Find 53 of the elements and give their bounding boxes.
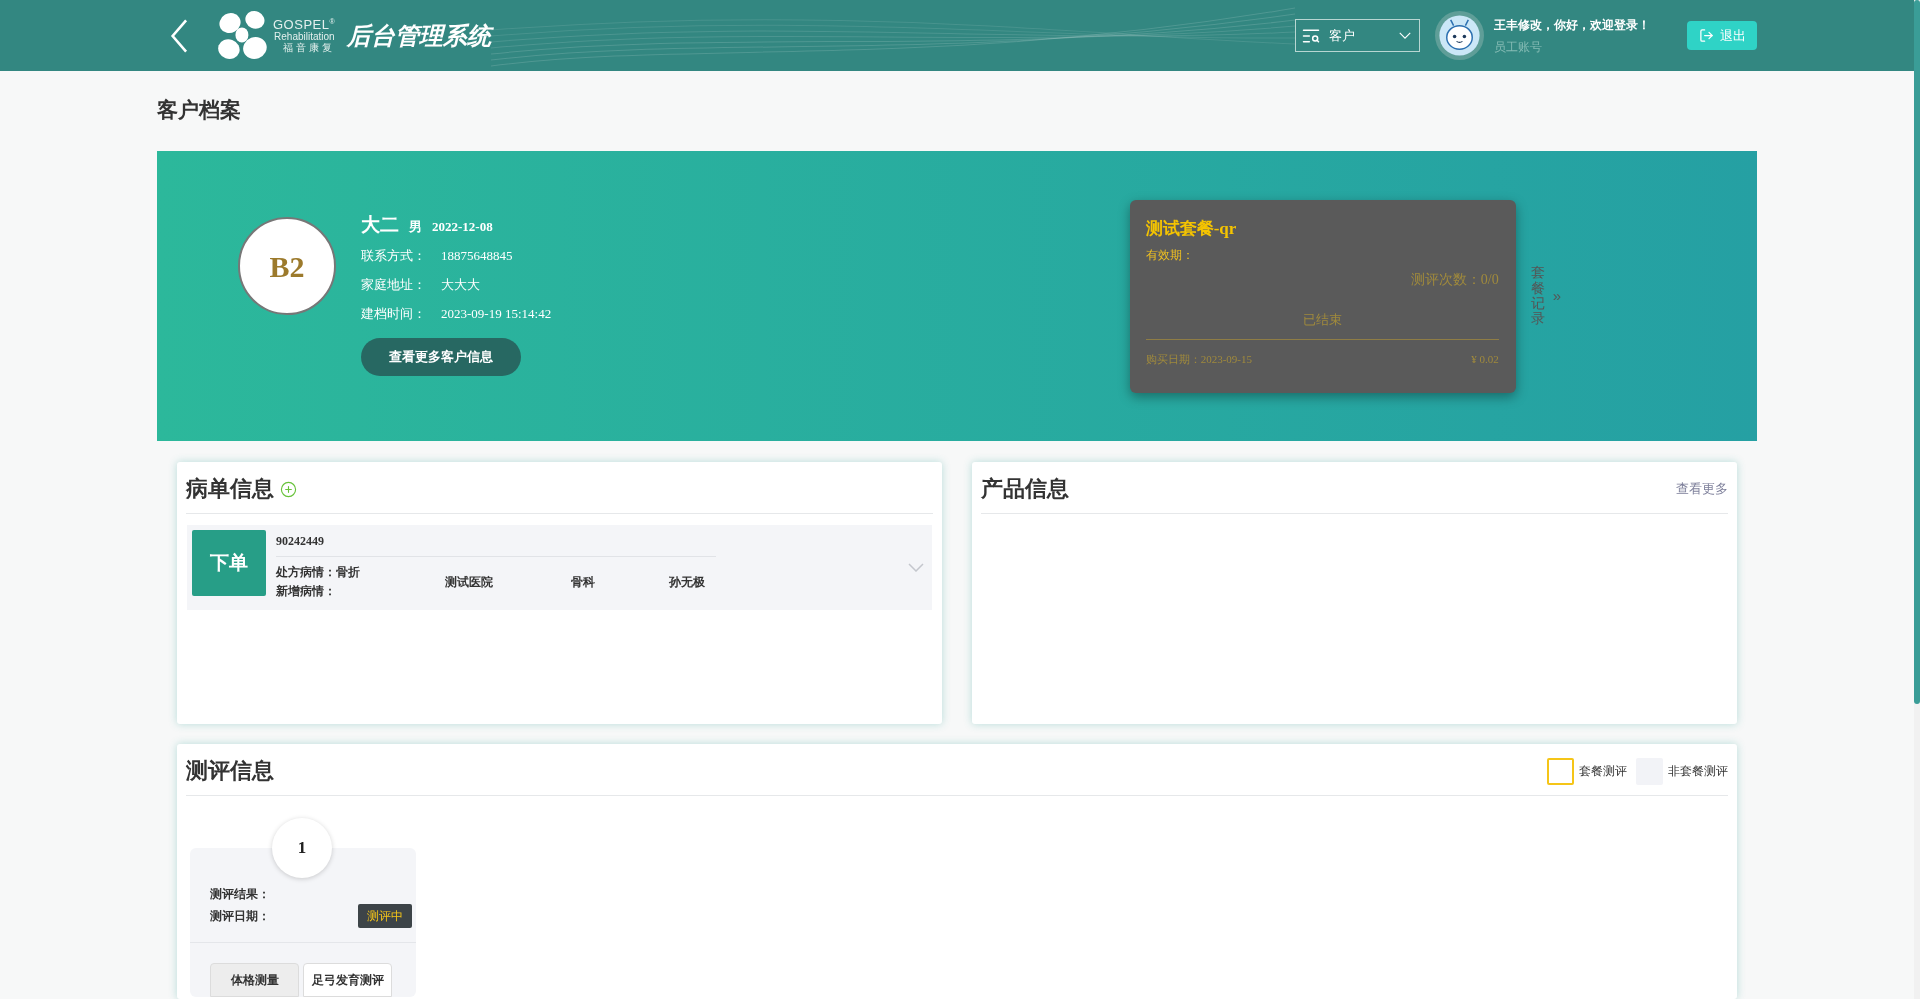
page-title: 客户档案 bbox=[157, 97, 241, 123]
logout-icon bbox=[1698, 28, 1714, 43]
customer-name: 大二 bbox=[361, 213, 399, 237]
detail-value: 2023-09-19 15:14:42 bbox=[441, 304, 552, 323]
logo-chinese-name: 福音康复 bbox=[282, 43, 335, 53]
chevron-down-icon[interactable] bbox=[908, 563, 924, 572]
evaluation-count: 测评次数：0/0 bbox=[1410, 271, 1499, 289]
detail-label: 家庭地址： bbox=[361, 275, 427, 294]
legend-label: 套餐测评 bbox=[1579, 763, 1627, 780]
case-number: 90242449 bbox=[276, 533, 324, 549]
chevron-down-icon bbox=[1399, 32, 1411, 39]
hospital-name: 测试医院 bbox=[445, 574, 493, 589]
evaluation-result-label: 测评结果： bbox=[210, 886, 270, 902]
status-badge: 测评中 bbox=[358, 904, 412, 928]
department-name: 骨科 bbox=[571, 574, 595, 589]
detail-value: 大大大 bbox=[441, 275, 480, 294]
purchase-date: 购买日期：2023-09-15 bbox=[1145, 351, 1252, 367]
back-button[interactable] bbox=[170, 18, 188, 53]
package-status: 已结束 bbox=[1302, 311, 1342, 329]
flower-logo-icon bbox=[217, 10, 269, 61]
plus-circle-icon bbox=[280, 480, 297, 498]
panel-title: 测评信息 bbox=[186, 757, 274, 785]
search-category-select[interactable]: 客户 bbox=[1295, 19, 1420, 52]
avatar-icon bbox=[1435, 11, 1484, 60]
package-price: ¥ 0.02 bbox=[1471, 351, 1499, 367]
evaluation-date-label: 测评日期： bbox=[210, 908, 270, 925]
add-case-button[interactable] bbox=[280, 480, 297, 498]
panel-title: 产品信息 bbox=[981, 475, 1069, 503]
logo-wordmark: GOSPEL bbox=[273, 18, 330, 31]
user-role: 员工账号 bbox=[1494, 38, 1543, 56]
chevron-left-icon bbox=[170, 18, 188, 53]
customer-gender: 男 bbox=[409, 218, 422, 236]
legend-label: 非套餐测评 bbox=[1668, 763, 1728, 780]
detail-label: 联系方式： bbox=[361, 246, 427, 265]
package-name: 测试套餐-qr bbox=[1145, 218, 1237, 240]
test-tab[interactable]: 足弓发育测评 bbox=[303, 963, 392, 997]
welcome-text: 王丰修改，你好，欢迎登录！ bbox=[1494, 16, 1650, 34]
test-tab[interactable]: 体格测量 bbox=[210, 963, 299, 997]
legend-swatch-icon bbox=[1547, 757, 1574, 785]
view-more-link[interactable]: 查看更多 bbox=[1676, 479, 1728, 499]
place-order-button[interactable]: 下单 bbox=[192, 530, 266, 596]
detail-value: 18875648845 bbox=[441, 246, 513, 265]
prescription-condition: 处方病情：骨折 bbox=[276, 564, 360, 580]
logo-subtitle: Rehabilitation bbox=[274, 32, 335, 42]
new-condition: 新增病情： bbox=[276, 583, 336, 599]
customer-birth-date: 2022-12-08 bbox=[432, 218, 493, 236]
validity-label: 有效期： bbox=[1145, 247, 1194, 264]
doctor-name: 孙无极 bbox=[669, 573, 705, 591]
detail-label: 建档时间： bbox=[361, 304, 427, 323]
customer-avatar: B2 bbox=[238, 217, 336, 315]
more-customer-info-button[interactable]: 查看更多客户信息 bbox=[361, 338, 521, 376]
panel-title: 病单信息 bbox=[186, 475, 274, 503]
scrollbar-thumb[interactable] bbox=[1914, 0, 1920, 704]
